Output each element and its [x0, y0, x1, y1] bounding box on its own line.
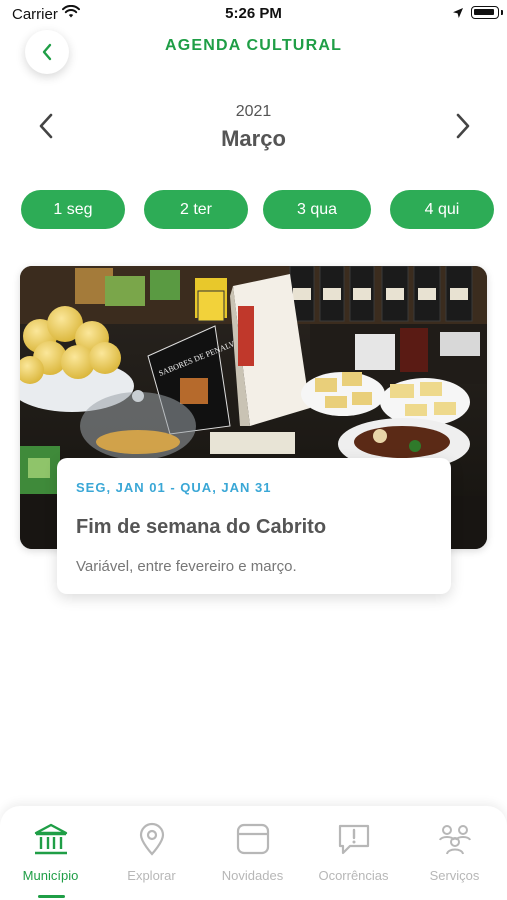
services-people-icon — [438, 825, 471, 855]
month-label: Março — [221, 126, 286, 151]
event-card[interactable]: SEG, JAN 01 - QUA, JAN 31 Fim de semana … — [57, 458, 451, 594]
battery-icon — [471, 6, 503, 19]
news-card-icon — [236, 823, 269, 855]
tab-explorar[interactable]: Explorar — [101, 806, 202, 900]
tab-novidades[interactable]: Novidades — [202, 806, 303, 900]
map-pin-icon — [139, 822, 164, 856]
page-title: AGENDA CULTURAL — [164, 37, 343, 54]
municipality-building-icon — [34, 823, 67, 855]
chevron-right-icon — [456, 113, 470, 139]
tab-ocorrencias[interactable]: Ocorrências — [303, 806, 404, 900]
event-description: Variável, entre fevereiro e março. — [76, 558, 297, 575]
event-dates: SEG, JAN 01 - QUA, JAN 31 — [76, 480, 272, 495]
event-title: Fim de semana do Cabrito — [76, 516, 327, 538]
next-month-button[interactable] — [449, 112, 477, 140]
tab-municipio[interactable]: Município — [0, 806, 101, 900]
status-bar: Carrier 5:26 PM — [0, 0, 507, 28]
day-chip[interactable]: 3 qua — [263, 190, 371, 229]
day-chip[interactable]: 1 seg — [21, 190, 125, 229]
location-arrow-icon — [452, 6, 464, 24]
day-chip[interactable]: 2 ter — [144, 190, 248, 229]
tab-bar: Município Explorar Novidades Ocorrências… — [0, 806, 507, 900]
tab-label: Serviços — [429, 868, 480, 883]
report-alert-icon — [338, 824, 369, 855]
tab-label: Município — [22, 868, 79, 883]
active-tab-indicator — [38, 895, 65, 898]
tab-label: Ocorrências — [318, 868, 389, 883]
tab-servicos[interactable]: Serviços — [404, 806, 505, 900]
tab-label: Explorar — [127, 868, 176, 883]
day-selector[interactable]: 1 seg 2 ter 3 qua 4 qui — [21, 190, 507, 230]
tab-label: Novidades — [221, 868, 284, 883]
clock-label: 5:26 PM — [225, 5, 282, 22]
day-chip[interactable]: 4 qui — [390, 190, 494, 229]
year-label: 2021 — [235, 103, 272, 120]
